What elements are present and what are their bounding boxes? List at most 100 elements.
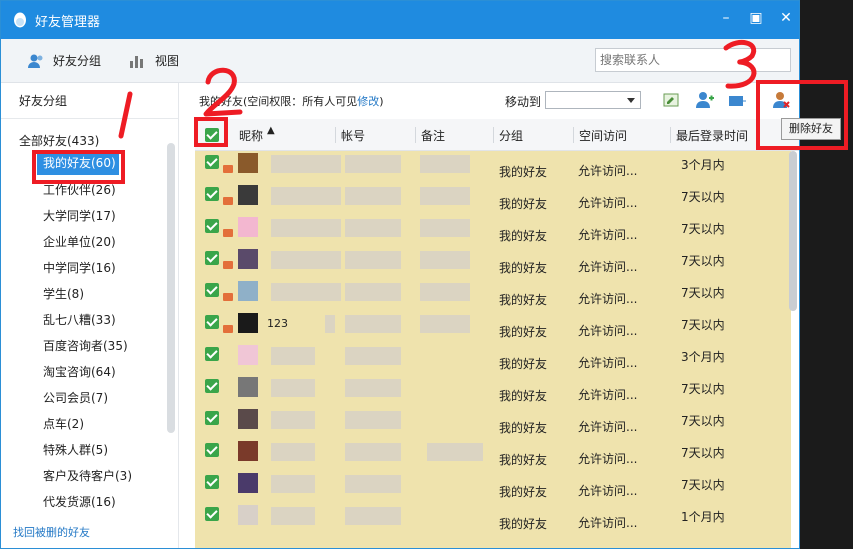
- row-last-login: 7天以内: [681, 446, 725, 460]
- group-item[interactable]: 工作伙伴(26): [1, 177, 178, 203]
- mail-icon: [223, 197, 233, 205]
- redacted-cell: [420, 219, 470, 237]
- row-last-login: 7天以内: [681, 222, 725, 236]
- column-group[interactable]: 分组: [499, 127, 523, 144]
- redacted-cell: [345, 283, 401, 301]
- table-row[interactable]: 我的好友 允许访问... 7天以内: [195, 215, 791, 247]
- row-group: 我的好友: [499, 517, 548, 531]
- table-row[interactable]: 我的好友 允许访问... 1个月内: [195, 503, 791, 535]
- edit-note-icon[interactable]: [661, 90, 681, 110]
- avatar: [238, 217, 258, 237]
- search-input[interactable]: [595, 48, 791, 72]
- row-nickname: 123: [267, 317, 288, 330]
- row-group: 我的好友: [499, 453, 548, 467]
- minimize-icon[interactable]: –: [719, 11, 733, 25]
- list-scrollbar[interactable]: [789, 151, 797, 311]
- close-icon[interactable]: ✕: [779, 11, 793, 25]
- delete-friend-icon[interactable]: [771, 90, 791, 110]
- row-checkbox[interactable]: [205, 283, 219, 297]
- restore-deleted-friends-link[interactable]: 找回被删的好友: [13, 524, 90, 540]
- row-checkbox[interactable]: [205, 411, 219, 425]
- group-move-icon[interactable]: [727, 90, 747, 110]
- sidebar-scrollbar[interactable]: [167, 143, 175, 433]
- group-sidebar: 好友分组 全部好友(433) 我的好友(60) 工作伙伴(26) 大学同学(17) 企…: [1, 83, 179, 548]
- row-checkbox[interactable]: [205, 475, 219, 489]
- friend-groups-button[interactable]: 好友分组: [27, 52, 101, 69]
- row-checkbox[interactable]: [205, 443, 219, 457]
- group-item[interactable]: 客户及待客户(3): [1, 463, 178, 489]
- row-last-login: 3个月内: [681, 350, 725, 364]
- row-checkbox[interactable]: [205, 379, 219, 393]
- list-header: 我的好友(空间权限：所有人可见修改) 移动到: [195, 83, 799, 119]
- avatar: [238, 377, 258, 397]
- group-item[interactable]: 我的好友(60): [37, 151, 119, 175]
- redacted-cell: [345, 155, 401, 173]
- row-space-access: 允许访问...: [578, 164, 638, 178]
- table-row[interactable]: 我的好友 允许访问... 7天以内: [195, 439, 791, 471]
- row-group: 我的好友: [499, 389, 548, 403]
- redacted-cell: [345, 347, 401, 365]
- view-button[interactable]: 视图: [129, 52, 179, 69]
- table-row[interactable]: 我的好友 允许访问... 3个月内: [195, 343, 791, 375]
- row-checkbox[interactable]: [205, 187, 219, 201]
- group-item[interactable]: 特殊人群(5): [1, 437, 178, 463]
- redacted-cell: [345, 475, 401, 493]
- maximize-icon[interactable]: ▣: [749, 11, 763, 25]
- redacted-cell: [345, 219, 401, 237]
- redacted-cell: [345, 187, 401, 205]
- move-to-label: 移动到: [505, 95, 542, 109]
- table-row[interactable]: 我的好友 允许访问... 7天以内: [195, 407, 791, 439]
- row-last-login: 7天以内: [681, 414, 725, 428]
- row-checkbox[interactable]: [205, 347, 219, 361]
- row-checkbox[interactable]: [205, 315, 219, 329]
- column-remark[interactable]: 备注: [421, 127, 445, 144]
- redacted-cell: [420, 315, 470, 333]
- friend-rows: 我的好友 允许访问... 3个月内 我的好友 允许访问... 7天以内 我的好友 允许访问..…: [195, 151, 791, 548]
- avatar: [238, 441, 258, 461]
- row-checkbox[interactable]: [205, 251, 219, 265]
- row-last-login: 7天以内: [681, 254, 725, 268]
- table-row[interactable]: 我的好友 允许访问... 7天以内: [195, 375, 791, 407]
- group-item[interactable]: 中学同学(16): [1, 255, 178, 281]
- row-checkbox[interactable]: [205, 155, 219, 169]
- column-account[interactable]: 帐号: [341, 127, 365, 144]
- mail-icon: [223, 325, 233, 333]
- select-all-checkbox[interactable]: [205, 128, 219, 142]
- table-row[interactable]: 123 我的好友 允许访问... 7天以内: [195, 311, 791, 343]
- row-checkbox[interactable]: [205, 219, 219, 233]
- group-item[interactable]: 点车(2): [1, 411, 178, 437]
- row-checkbox[interactable]: [205, 507, 219, 521]
- column-last-login[interactable]: 最后登录时间: [676, 127, 748, 144]
- friend-manager-window: 好友管理器 – ▣ ✕ 好友分组 视图 好友分组 全部好友(433) 我的好友(…: [0, 0, 800, 549]
- table-row[interactable]: 我的好友 允许访问... 7天以内: [195, 183, 791, 215]
- table-row[interactable]: 我的好友 允许访问... 3个月内: [195, 151, 791, 183]
- row-group: 我的好友: [499, 325, 548, 339]
- redacted-cell: [271, 379, 315, 397]
- table-row[interactable]: 我的好友 允许访问... 7天以内: [195, 471, 791, 503]
- qq-penguin-icon: [14, 12, 26, 28]
- row-group: 我的好友: [499, 421, 548, 435]
- modify-permission-link[interactable]: 修改: [357, 95, 379, 108]
- group-item[interactable]: 乱七八糟(33): [1, 307, 178, 333]
- table-row[interactable]: 我的好友 允许访问... 7天以内: [195, 247, 791, 279]
- group-all-friends[interactable]: 全部好友(433): [1, 119, 178, 151]
- group-item[interactable]: 代发货源(16): [1, 489, 178, 515]
- redacted-cell: [420, 187, 470, 205]
- group-item[interactable]: 学生(8): [1, 281, 178, 307]
- row-space-access: 允许访问...: [578, 388, 638, 402]
- avatar: [238, 153, 258, 173]
- group-item[interactable]: 企业单位(20): [1, 229, 178, 255]
- group-item[interactable]: 百度咨询者(35): [1, 333, 178, 359]
- group-item[interactable]: 大学同学(17): [1, 203, 178, 229]
- add-friend-icon[interactable]: [695, 90, 715, 110]
- redacted-cell: [325, 315, 335, 333]
- column-nickname[interactable]: 昵称: [239, 127, 263, 144]
- column-space-access[interactable]: 空间访问: [579, 127, 627, 144]
- group-item[interactable]: 公司会员(7): [1, 385, 178, 411]
- move-to-select[interactable]: [545, 91, 641, 109]
- title-bar[interactable]: 好友管理器 – ▣ ✕: [1, 1, 799, 39]
- group-item[interactable]: 淘宝咨询(64): [1, 359, 178, 385]
- table-row[interactable]: 我的好友 允许访问... 7天以内: [195, 279, 791, 311]
- redacted-cell: [271, 283, 341, 301]
- sort-asc-icon[interactable]: ▲: [267, 125, 275, 136]
